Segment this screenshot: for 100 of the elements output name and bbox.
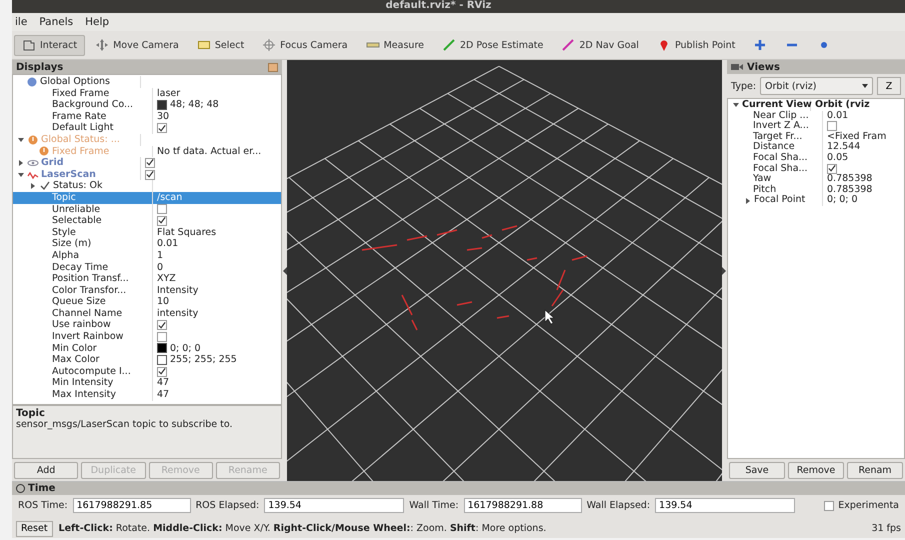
checkbox[interactable] bbox=[827, 164, 837, 174]
menu-item[interactable]: Panels bbox=[38, 16, 74, 28]
property-value: 255; 255; 255 bbox=[170, 354, 237, 366]
tree-row[interactable]: Distance 12.544 bbox=[728, 142, 904, 153]
tool-button[interactable]: Select bbox=[188, 34, 252, 56]
property-name: Size (m) bbox=[52, 238, 92, 250]
tree-row[interactable]: Focal Point 0; 0; 0 bbox=[728, 195, 904, 206]
reset-button[interactable]: Reset bbox=[16, 520, 53, 536]
tree-row[interactable]: Selectable bbox=[13, 215, 281, 227]
property-name: LaserScan bbox=[41, 168, 96, 180]
tree-row[interactable]: Color Transfor... Intensity bbox=[13, 284, 281, 296]
tree-row[interactable]: Invert Z A... bbox=[728, 121, 904, 132]
tree-row[interactable]: Default Light bbox=[13, 122, 281, 134]
tree-row[interactable]: Channel Name intensity bbox=[13, 308, 281, 320]
tree-row[interactable]: LaserScan bbox=[13, 168, 281, 180]
tool-button[interactable]: Interact bbox=[14, 34, 86, 56]
checkbox[interactable] bbox=[157, 320, 167, 330]
tree-row[interactable]: Focal Sha... bbox=[728, 164, 904, 174]
property-name: Target Fr... bbox=[753, 132, 802, 142]
checkbox[interactable] bbox=[824, 500, 834, 510]
panel-button[interactable]: Renam bbox=[847, 462, 903, 479]
status-hint: Left-Click: Rotate. Middle-Click: Move X/Y. Right-Click/Mouse Wheel:: Zoom. Shift: More options. bbox=[58, 523, 546, 534]
tool-button[interactable]: Publish Point bbox=[648, 34, 744, 56]
checkbox[interactable] bbox=[157, 216, 167, 226]
tool-button[interactable]: Focus Camera bbox=[254, 34, 356, 56]
property-name: Style bbox=[52, 226, 76, 238]
checkbox[interactable] bbox=[827, 121, 837, 132]
tree-row[interactable]: Fixed Frame No tf data. Actual er... bbox=[13, 146, 281, 158]
tree-row[interactable]: Global Options bbox=[13, 76, 281, 88]
mouse-cursor-icon bbox=[544, 309, 555, 324]
tree-row[interactable]: Invert Rainbow bbox=[13, 331, 281, 343]
tree-row[interactable]: Frame Rate 30 bbox=[13, 110, 281, 122]
tree-row[interactable]: Yaw 0.785398 bbox=[728, 174, 904, 185]
tool-button[interactable]: Move Camera bbox=[87, 34, 187, 56]
property-name: Autocompute I... bbox=[52, 366, 131, 378]
tree-row[interactable]: Queue Size 10 bbox=[13, 296, 281, 308]
tree-row[interactable]: Alpha 1 bbox=[13, 250, 281, 262]
tool-button[interactable]: Measure bbox=[358, 34, 432, 56]
tree-row[interactable]: Min Intensity 47 bbox=[13, 377, 281, 390]
warning-icon bbox=[38, 145, 50, 158]
tree-row[interactable]: Grid bbox=[13, 157, 281, 169]
property-name: Channel Name bbox=[52, 308, 122, 320]
tree-row[interactable]: Background Co... 48; 48; 48 bbox=[13, 99, 281, 111]
tool-button[interactable]: 2D Pose Estimate bbox=[434, 34, 552, 56]
tree-row[interactable]: Current View Orbit (rviz bbox=[728, 100, 904, 111]
window-title: default.rviz* - RViz bbox=[12, 0, 905, 13]
time-field[interactable]: 139.54 bbox=[264, 498, 404, 513]
warning-icon bbox=[27, 134, 39, 146]
time-field[interactable]: 1617988291.88 bbox=[464, 498, 582, 513]
tool-button[interactable]: 2D Nav Goal bbox=[553, 34, 647, 56]
expand-arrow-icon[interactable] bbox=[19, 160, 23, 166]
property-value: 12.544 bbox=[827, 142, 860, 153]
expand-arrow-icon[interactable] bbox=[18, 138, 24, 142]
property-value: 47 bbox=[157, 389, 170, 401]
property-name: Position Transf... bbox=[52, 273, 129, 285]
property-name: Invert Rainbow bbox=[52, 331, 124, 343]
tree-row[interactable]: Max Intensity 47 bbox=[13, 389, 281, 401]
property-name: Focal Point bbox=[754, 195, 806, 206]
tree-row[interactable]: Pitch 0.785398 bbox=[728, 184, 904, 196]
tree-row[interactable]: Fixed Frame laser bbox=[13, 88, 281, 100]
tree-row[interactable]: Position Transf... XYZ bbox=[13, 273, 281, 285]
tree-row[interactable]: Max Color 255; 255; 255 bbox=[13, 354, 281, 366]
tree-row[interactable]: Decay Time 0 bbox=[13, 262, 281, 274]
menu-item[interactable]: ile bbox=[14, 16, 28, 28]
panel-button[interactable]: Remove bbox=[788, 462, 844, 479]
property-name: Min Intensity bbox=[52, 377, 114, 390]
property-name: Focal Sha... bbox=[753, 164, 808, 174]
panel-button[interactable]: Save bbox=[729, 462, 785, 479]
property-value: 0.785398 bbox=[827, 174, 872, 185]
time-field[interactable]: 139.54 bbox=[655, 498, 796, 513]
property-name: Decay Time bbox=[52, 262, 108, 274]
checkbox[interactable] bbox=[145, 158, 155, 168]
property-name: Fixed Frame bbox=[52, 88, 110, 100]
menu-item[interactable]: Help bbox=[84, 16, 110, 28]
tree-row[interactable]: Target Fr... <Fixed Fram bbox=[728, 132, 904, 142]
property-name: Max Color bbox=[52, 354, 100, 366]
time-field[interactable]: 1617988291.85 bbox=[72, 498, 191, 513]
property-name: Topic bbox=[52, 192, 76, 204]
view-type-dropdown[interactable]: Orbit (rviz) bbox=[760, 77, 873, 95]
tree-row[interactable]: Style Flat Squares bbox=[13, 226, 281, 238]
zero-button[interactable]: Z bbox=[877, 77, 901, 95]
property-value: Flat Squares bbox=[157, 226, 216, 238]
property-name: Default Light bbox=[52, 122, 114, 134]
expand-arrow-icon[interactable] bbox=[733, 103, 739, 108]
checkbox[interactable] bbox=[157, 123, 167, 134]
checkbox[interactable] bbox=[145, 170, 155, 180]
tree-row[interactable]: Min Color 0; 0; 0 bbox=[13, 342, 281, 354]
tree-row[interactable]: Focal Sha... 0.05 bbox=[728, 152, 904, 164]
panel-button[interactable]: Add bbox=[14, 462, 78, 479]
property-name: Status: Ok bbox=[53, 180, 102, 192]
tree-row[interactable]: Use rainbow bbox=[13, 319, 281, 332]
expand-arrow-icon[interactable] bbox=[746, 198, 750, 204]
checkbox[interactable] bbox=[157, 366, 167, 377]
tree-row[interactable]: Size (m) 0.01 bbox=[13, 238, 281, 250]
tree-row[interactable]: Unreliable bbox=[13, 204, 281, 216]
expand-arrow-icon[interactable] bbox=[18, 172, 24, 177]
tree-row[interactable]: Autocompute I... bbox=[13, 366, 281, 378]
tree-row[interactable]: Near Clip ... 0.01 bbox=[728, 110, 904, 122]
checkbox[interactable] bbox=[157, 204, 167, 214]
checkbox[interactable] bbox=[157, 332, 167, 342]
